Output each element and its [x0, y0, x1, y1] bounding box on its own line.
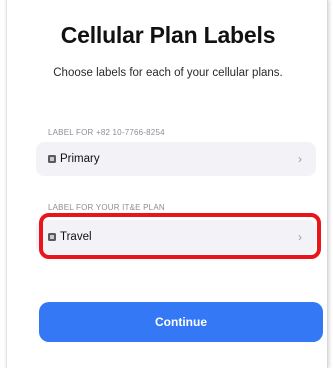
- primary-plan-section-label: LABEL FOR +82 10-7766-8254: [48, 128, 165, 137]
- chevron-right-icon: ›: [298, 230, 302, 244]
- chevron-right-icon: ›: [298, 152, 302, 166]
- travel-plan-label-row[interactable]: Travel ›: [36, 220, 316, 254]
- sim-card-icon: [48, 233, 56, 241]
- cellular-plan-labels-sheet: Cellular Plan Labels Choose labels for e…: [6, 0, 328, 368]
- primary-plan-label-row[interactable]: Primary ›: [36, 142, 316, 176]
- continue-button[interactable]: Continue: [39, 302, 323, 342]
- primary-plan-label: Primary: [60, 153, 100, 165]
- travel-plan-label: Travel: [60, 231, 92, 243]
- page-subtitle: Choose labels for each of your cellular …: [53, 67, 283, 79]
- travel-plan-section-label: LABEL FOR YOUR IT&E PLAN: [48, 203, 165, 212]
- page-title: Cellular Plan Labels: [60, 22, 276, 48]
- sim-card-icon: [48, 155, 56, 163]
